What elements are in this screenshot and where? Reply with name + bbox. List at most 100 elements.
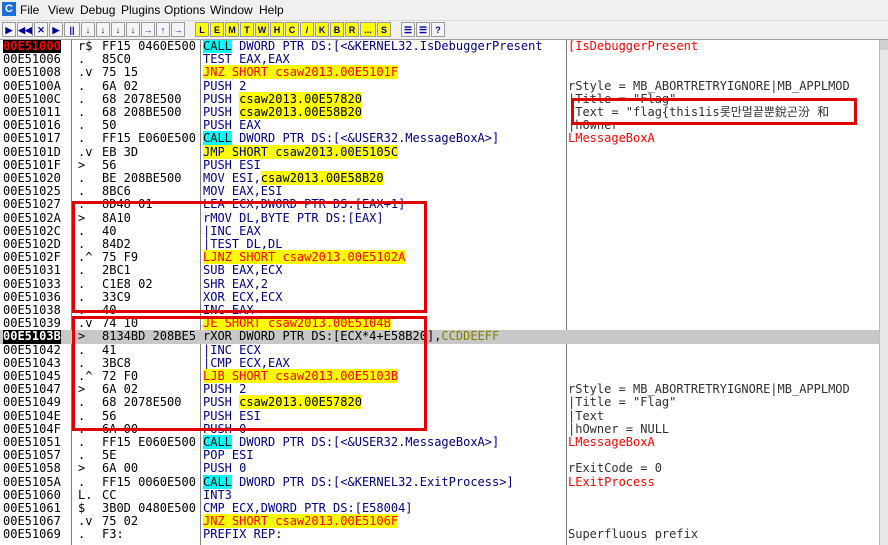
address: 00E51027 — [3, 197, 61, 212]
address: 00E51033 — [3, 276, 61, 291]
toolbar-button[interactable]: / — [300, 22, 314, 37]
flow-marker: > — [78, 461, 86, 476]
disassembly-pane[interactable]: 00E51000 r$ FF15 0460E500 CALL DWORD PTR DS… — [0, 40, 888, 545]
hex-bytes: 6A 00 — [102, 461, 139, 476]
hex-bytes: EB 3D — [102, 144, 139, 159]
address: 00E51049 — [3, 395, 61, 410]
instruction: CALL DWORD PTR DS:[<&USER32.MessageBoxA>… — [203, 131, 499, 146]
opcode: PUSH — [203, 105, 240, 119]
instruction: JNZ SHORT csaw2013.00E5101F — [203, 65, 399, 80]
menu-file[interactable]: File — [20, 3, 39, 17]
toolbar-button[interactable]: R — [345, 22, 359, 37]
opcode: CALL — [203, 131, 232, 146]
toolbar-button[interactable]: ☰ — [401, 22, 415, 37]
hex-bytes: F3: — [102, 527, 124, 542]
toolbar-button[interactable]: → — [171, 22, 185, 37]
comment: LExitProcess — [568, 474, 655, 489]
flow-marker: . — [78, 474, 86, 489]
toolbar-button[interactable]: ✕ — [34, 22, 48, 37]
menu-bar: C File View Debug Plugins Options Window… — [0, 0, 888, 21]
toolbar-button[interactable]: ↓ — [81, 22, 95, 37]
operand: csaw2013.00E58B20 — [260, 171, 384, 185]
disasm-row[interactable]: 00E51067 .v 75 02 JNZ SHORT csaw2013.00E510… — [0, 514, 880, 529]
disasm-row[interactable]: 00E5101D .v EB 3D JMP SHORT csaw2013.00E510… — [0, 144, 880, 159]
immediate-value: CCDDEEFF — [441, 329, 500, 344]
flow-marker: .v — [78, 65, 93, 80]
toolbar-button[interactable]: ↓ — [96, 22, 110, 37]
hex-bytes: FF15 E060E500 — [102, 131, 196, 146]
toolbar-button[interactable]: ... — [360, 22, 376, 37]
address: 00E5104E — [3, 408, 61, 423]
address: 00E5101D — [3, 144, 61, 159]
toolbar-button[interactable]: ? — [431, 22, 445, 37]
disasm-row[interactable]: 00E51017. FF15 E060E500 CALL DWORD PTR DS:… — [0, 131, 880, 146]
address: 00E51069 — [3, 527, 61, 542]
toolbar-button[interactable]: C — [285, 22, 299, 37]
disasm-row[interactable]: 00E51006. 85C0 TEST EAX,EAX — [0, 52, 880, 66]
disasm-row[interactable]: 00E51008 .v 75 15 JNZ SHORT csaw2013.00E510… — [0, 65, 880, 80]
disasm-row[interactable]: 00E51069. F3: PREFIX REP: Superfluous prefi… — [0, 528, 880, 541]
address: 00E51058 — [3, 461, 61, 476]
disasm-row[interactable]: 00E5101F >56 PUSH ESI — [0, 158, 880, 172]
address: 00E51042 — [3, 342, 61, 357]
disasm-row[interactable]: 00E51051. FF15 E060E500 CALL DWORD PTR DS:… — [0, 435, 880, 449]
toolbar-button[interactable]: ▶ — [2, 22, 16, 37]
toolbar-button[interactable]: E — [210, 22, 224, 37]
toolbar-button[interactable]: → — [141, 22, 155, 37]
toolbar-button[interactable]: ◀◀ — [17, 22, 33, 37]
address: 00E5102A — [3, 210, 61, 225]
toolbar-button[interactable]: H — [270, 22, 284, 37]
toolbar-button[interactable]: ☰ — [416, 22, 430, 37]
toolbar-button[interactable]: ↓ — [111, 22, 125, 37]
toolbar-button[interactable]: B — [330, 22, 344, 37]
toolbar-button[interactable]: M — [225, 22, 239, 37]
opcode: CALL — [203, 474, 232, 489]
vertical-scrollbar[interactable] — [879, 40, 888, 545]
toolbar-button[interactable]: T — [240, 22, 254, 37]
comment: rExitCode = 0 — [568, 461, 662, 476]
menu-plugins[interactable]: Plugins — [121, 3, 160, 17]
instruction: JMP SHORT csaw2013.00E5105C — [203, 144, 399, 159]
strlen-loop-highlight-box — [72, 201, 427, 313]
toolbar-button[interactable]: ▶ — [49, 22, 63, 37]
toolbar-button[interactable]: W — [255, 22, 269, 37]
menu-options[interactable]: Options — [164, 3, 205, 17]
disasm-row[interactable]: 00E51020. BE 208BE500 MOV ESI,csaw2013.00E… — [0, 171, 880, 185]
hex-bytes: 75 15 — [102, 65, 139, 80]
menu-debug[interactable]: Debug — [80, 3, 115, 17]
address: 00E5103B — [3, 329, 61, 344]
disasm-row[interactable]: 00E51060 L. CC INT3 — [0, 488, 880, 502]
menu-view[interactable]: View — [48, 3, 74, 17]
toolbar: ▶ ◀◀ ✕ ▶ || ↓ ↓ ↓ ↓ → ↑ → L E M T W H C / K B R... S ☰ ☰? — [0, 21, 888, 40]
scroll-up-arrow[interactable] — [880, 40, 888, 50]
flag-text-highlight-box — [571, 98, 857, 125]
jump-instruction: JNZ SHORT csaw2013.00E5106F — [203, 514, 399, 529]
address: 00E51031 — [3, 263, 61, 278]
menu-window[interactable]: Window — [210, 3, 253, 17]
hex-bytes: 6A 02 — [102, 78, 139, 93]
disasm-row[interactable]: 00E51058 >6A 00 PUSH 0 rExitCode = 0 — [0, 462, 880, 475]
flow-marker: . — [78, 527, 86, 542]
disasm-row[interactable]: 00E51000 r$ FF15 0460E500 CALL DWORD PTR DS… — [0, 40, 880, 54]
menu-help[interactable]: Help — [259, 3, 284, 17]
operand: DWORD PTR DS:[<&KERNEL32.ExitProcess>] — [231, 474, 514, 489]
address: 00E51017 — [3, 131, 61, 146]
toolbar-button[interactable]: ↓ — [126, 22, 140, 37]
comment: rStyle = MB_ABORTRETRYIGNORE|MB_APPLMOD — [568, 78, 850, 93]
address: 00E5105A — [3, 474, 61, 489]
toolbar-button[interactable]: || — [64, 22, 80, 37]
jump-instruction: JNZ SHORT csaw2013.00E5101F — [203, 65, 399, 80]
toolbar-button[interactable]: L — [195, 22, 209, 37]
disasm-row[interactable]: 00E51057. 5E POP ESI — [0, 448, 880, 462]
toolbar-button[interactable]: S — [377, 22, 391, 37]
opcode: CALL — [203, 40, 232, 53]
toolbar-button[interactable]: K — [315, 22, 329, 37]
address: 00E5100A — [3, 78, 61, 93]
operand: csaw2013.00E57820 — [239, 91, 362, 106]
disasm-row[interactable]: 00E5105A. FF15 0060E500 CALL DWORD PTR DS:… — [0, 474, 880, 489]
toolbar-button[interactable]: ↑ — [156, 22, 170, 37]
flow-marker: . — [78, 78, 86, 93]
disasm-row[interactable]: 00E51025. 8BC6 MOV EAX,ESI — [0, 184, 880, 198]
disasm-row[interactable]: 00E5100A. 6A 02 PUSH 2 rStyle = MB_ABORTRET… — [0, 78, 880, 93]
opcode: MOV ESI, — [203, 171, 261, 185]
